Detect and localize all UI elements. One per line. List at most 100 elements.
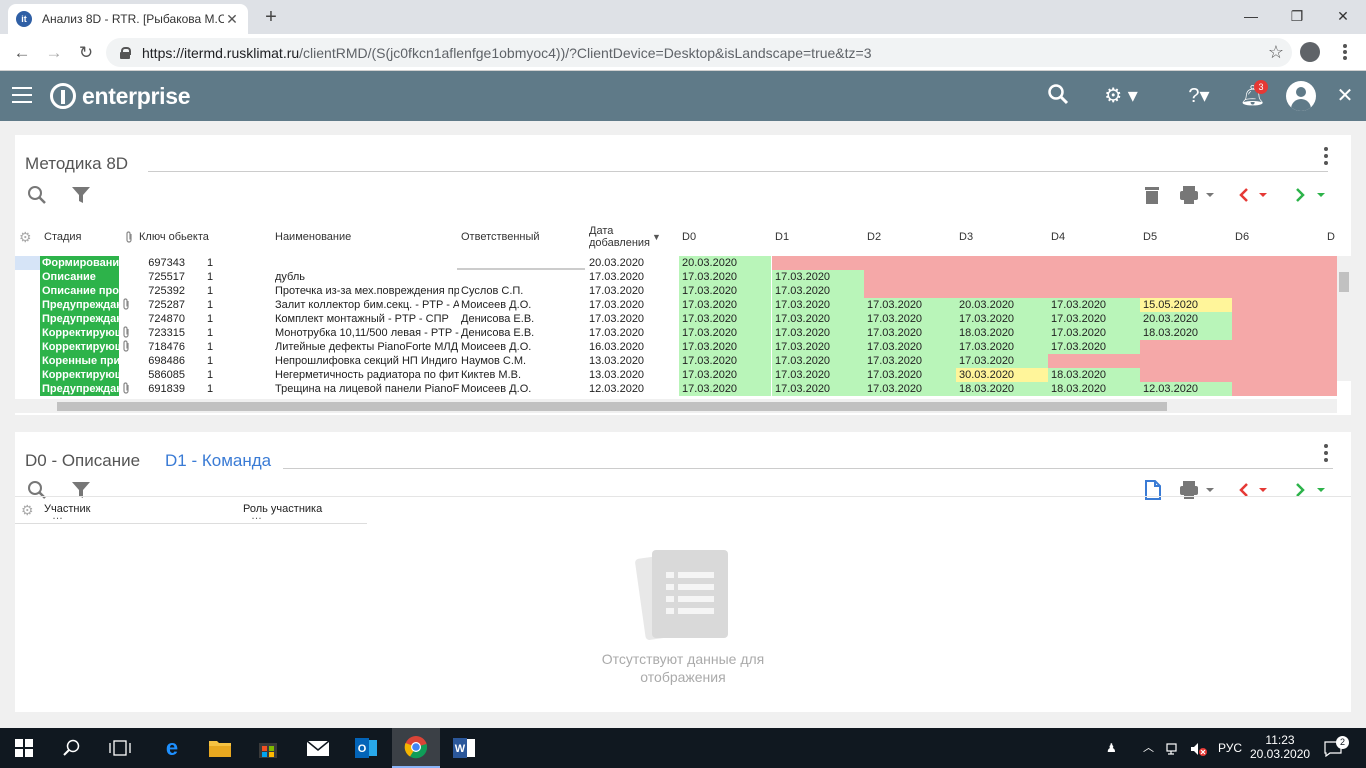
column-header-d5[interactable]: D5 [1143,218,1157,256]
app-header: enterprise ⚙ ▾ ?▾ 🔔︎ ✕ [0,71,1366,121]
column-header-d6[interactable]: D6 [1235,218,1249,256]
object-version: 1 [207,271,214,283]
methodology-8d-panel: Методика 8D ⚙ Стадия Ключ обьекта Наимен… [15,135,1351,415]
column-settings-icon[interactable]: ⚙ [21,502,34,519]
column-header-d7[interactable]: D [1327,218,1335,256]
next-record-icon[interactable] [1291,185,1327,210]
filter-icon[interactable] [71,480,91,505]
d3-cell: 18.03.2020 [956,382,1048,396]
column-header-date-added[interactable]: Дата добавления [589,218,650,256]
attachment-icon[interactable] [122,382,132,396]
close-app-icon[interactable]: ✕ [1334,83,1356,109]
date-added: 13.03.2020 [589,369,645,381]
vertical-scrollbar[interactable] [1337,256,1351,381]
print-icon[interactable] [1179,185,1219,210]
table-row[interactable]: Формирование 697343 1 20.03.2020 20.03.2020 [15,256,1351,270]
column-header-d4[interactable]: D4 [1051,218,1065,256]
attachment-icon[interactable] [122,298,132,312]
delete-icon[interactable] [1144,185,1160,210]
search-icon[interactable] [48,728,96,768]
logo-mark-icon [50,83,76,109]
participant-filter-icon[interactable]: … [52,510,63,522]
column-header-d3[interactable]: D3 [959,218,973,256]
mail-icon[interactable] [294,728,342,768]
profile-icon[interactable] [1300,42,1320,62]
attachment-icon[interactable] [122,326,132,340]
d6-cell [1232,340,1324,354]
search-icon[interactable] [27,185,47,210]
table-row[interactable]: Предупреждающ 724870 1 Комплект монтажный -… [15,312,1351,326]
column-header-stage[interactable]: Стадия [44,218,82,256]
input-language[interactable]: РУС [1218,728,1242,768]
previous-record-icon[interactable] [1237,480,1273,505]
new-tab-button[interactable]: + [258,5,284,29]
file-explorer-icon[interactable] [196,728,244,768]
panel-more-icon[interactable] [1323,147,1329,165]
stage-badge: Предупреждающ [40,312,119,326]
bookmark-star-icon[interactable]: ☆ [1268,42,1284,63]
hamburger-menu-icon[interactable] [12,87,32,103]
tab-close-icon[interactable]: ✕ [224,11,240,28]
tab-d0-description[interactable]: D0 - Описание [25,451,140,471]
app-logo[interactable]: enterprise [50,81,191,111]
owner-edit-field[interactable] [457,256,585,270]
task-view-icon[interactable] [96,728,144,768]
forward-button[interactable]: → [40,39,68,67]
column-header-owner[interactable]: Ответственный [461,218,540,256]
maximize-button[interactable]: ❐ [1274,2,1320,30]
back-button[interactable]: ← [8,39,36,67]
store-icon[interactable] [244,728,292,768]
attachment-icon[interactable] [122,340,132,354]
show-hidden-icons[interactable]: ︿ [1143,728,1154,768]
panel-more-icon[interactable] [1323,444,1329,462]
table-row[interactable]: Коренные прич 698486 1 Непрошлифовка секций… [15,354,1351,368]
column-settings-icon[interactable]: ⚙ [19,218,35,256]
column-header-d0[interactable]: D0 [682,218,696,256]
table-row[interactable]: Корректирующ 586085 1 Негерметичность радиа… [15,368,1351,382]
window-close-button[interactable]: ✕ [1320,2,1366,30]
browser-tab[interactable]: it Анализ 8D - RTR. [Рыбакова М.С ✕ [8,4,248,34]
windows-start-icon[interactable] [0,728,48,768]
column-header-d2[interactable]: D2 [867,218,881,256]
tab-d1-team[interactable]: D1 - Команда [165,451,271,471]
volume-muted-icon[interactable] [1190,728,1208,768]
table-row[interactable]: Корректирующ 723315 1 Монотрубка 10,11/500 … [15,326,1351,340]
table-row[interactable]: Предупреждающ 725287 1 Залит коллектор бим.… [15,298,1351,312]
column-header-d1[interactable]: D1 [775,218,789,256]
role-filter-icon[interactable]: … [251,510,262,522]
table-row[interactable]: Корректирующ 718476 1 Литейные дефекты Pian… [15,340,1351,354]
word-icon[interactable]: W [440,728,488,768]
table-row[interactable]: Предупреждающ 691839 1 Трещина на лицевой п… [15,382,1351,396]
outlook-icon[interactable]: O [342,728,390,768]
settings-gear-icon[interactable]: ⚙ ▾ [1100,83,1142,109]
sort-desc-icon[interactable]: ▼ [652,218,661,256]
horizontal-scrollbar[interactable] [15,399,1337,413]
minimize-button[interactable]: — [1228,2,1274,30]
clock[interactable]: 11:23 20.03.2020 [1250,728,1310,768]
date-added: 17.03.2020 [589,299,645,311]
chrome-icon[interactable] [392,728,440,768]
address-bar[interactable]: https://itermd.rusklimat.ru/clientRMD/(S… [106,38,1292,67]
people-icon[interactable]: ♟︎ [1106,728,1117,768]
d0-cell: 17.03.2020 [679,368,771,382]
table-row[interactable]: Описание 725517 1 дубль 17.03.2020 17.03.2020… [15,270,1351,284]
d1-cell: 17.03.2020 [772,270,864,284]
network-icon[interactable] [1166,728,1182,768]
column-header-name[interactable]: Наименование [275,218,351,256]
search-icon[interactable] [1046,83,1070,109]
reload-button[interactable]: ↻ [72,39,100,67]
user-avatar-icon[interactable] [1286,81,1316,111]
stage-badge: Корректирующ [40,326,119,340]
browser-menu-icon[interactable] [1334,40,1356,64]
edge-browser-icon[interactable]: e [148,728,196,768]
filter-icon[interactable] [71,185,91,210]
print-icon[interactable] [1179,480,1219,505]
column-header-participant[interactable]: Участник [44,503,90,515]
table-row[interactable]: Описание пробл 725392 1 Протечка из-за мех.… [15,284,1351,298]
column-header-key[interactable]: Ключ обьекта [139,218,209,256]
new-document-icon[interactable] [1144,480,1162,505]
previous-record-icon[interactable] [1237,185,1273,210]
help-icon[interactable]: ?▾ [1178,83,1220,109]
row-selector[interactable] [15,256,40,270]
next-record-icon[interactable] [1291,480,1327,505]
